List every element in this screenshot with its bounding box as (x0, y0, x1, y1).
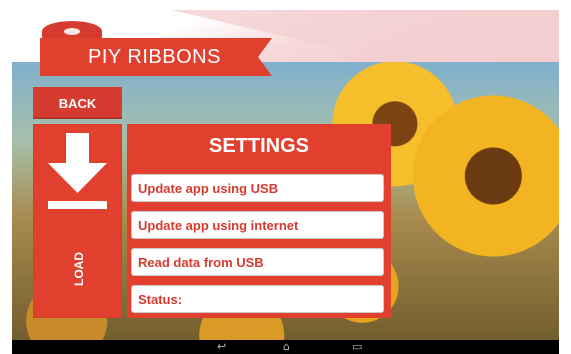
back-button-label: BACK (58, 95, 97, 111)
settings-panel: SETTINGS Update app using USB Update app… (127, 124, 391, 318)
app-logo-banner: PIY RIBBONS (40, 38, 272, 76)
load-label: LOAD (72, 252, 86, 286)
nav-home-icon[interactable]: ⌂ (283, 341, 290, 353)
update-internet-button[interactable]: Update app using internet (131, 211, 384, 239)
app-screen: PIY RIBBONS BACK LOAD SETTINGS Update ap… (12, 10, 559, 350)
load-button[interactable]: LOAD (33, 124, 122, 318)
app-title: PIY RIBBONS (88, 45, 221, 68)
settings-title: SETTINGS (208, 135, 309, 157)
status-field: Status: (131, 285, 384, 313)
back-button[interactable]: BACK (33, 87, 122, 119)
nav-back-icon[interactable]: ↩ (217, 341, 226, 353)
update-usb-button[interactable]: Update app using USB (131, 174, 384, 202)
ribbon-roll-hole (64, 28, 80, 35)
system-nav-bar: ↩ ⌂ ▭ (12, 340, 559, 354)
nav-recents-icon[interactable]: ▭ (352, 341, 362, 353)
download-icon (48, 133, 107, 209)
read-usb-button[interactable]: Read data from USB (131, 248, 384, 276)
